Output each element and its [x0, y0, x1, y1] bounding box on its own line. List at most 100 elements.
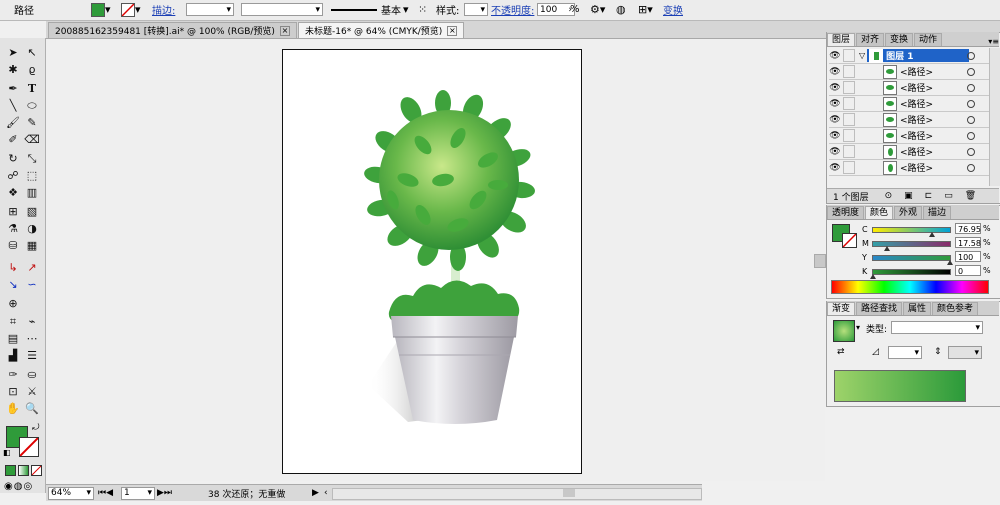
panel-menu-icon[interactable]: ▾≡	[988, 37, 999, 46]
stroke-link[interactable]: 描边:	[152, 2, 175, 17]
pencil-tool-icon[interactable]: ✎	[23, 115, 41, 130]
page-value[interactable]: 1	[124, 488, 130, 498]
cyan-value-input[interactable]: 76.95	[955, 223, 981, 234]
status-menu-icon[interactable]: ▶	[312, 488, 319, 498]
new-layer-icon[interactable]: ▭	[944, 191, 953, 201]
tab-label[interactable]: 未标题-16* @ 64% (CMYK/预览)	[305, 24, 442, 37]
path-name[interactable]: <路径>	[900, 97, 933, 110]
tab-label[interactable]: 图层	[832, 35, 850, 45]
tab-actions[interactable]: 动作	[914, 33, 943, 46]
target-icon[interactable]: ⊕	[4, 296, 22, 311]
tab-label[interactable]: 颜色参考	[937, 304, 973, 314]
delete-layer-icon[interactable]: 🗑	[965, 191, 976, 201]
target-circle-icon[interactable]	[967, 147, 975, 156]
zoom-tool-icon[interactable]: 🔍	[23, 401, 41, 416]
tab-appearance[interactable]: 外观	[894, 206, 923, 219]
tab-color[interactable]: 颜色	[865, 206, 894, 219]
slider-handle[interactable]	[870, 274, 876, 279]
gradient-mode-icon[interactable]	[18, 465, 29, 476]
lock-toggle[interactable]	[843, 97, 855, 110]
tab-transform[interactable]: 变换	[885, 33, 914, 46]
opacity-link[interactable]: 不透明度:	[491, 2, 534, 17]
slider-handle[interactable]	[947, 260, 953, 265]
fill-swatch[interactable]	[91, 2, 105, 17]
vertical-scrollbar-thumb[interactable]	[814, 254, 826, 268]
stroke-swatch[interactable]	[121, 2, 135, 17]
sublayer-row[interactable]: 👁 <路径>	[829, 128, 989, 144]
aspect-ratio-input[interactable]: ▾	[948, 346, 982, 359]
sublayer-row[interactable]: 👁 <路径>	[829, 144, 989, 160]
target-circle-icon[interactable]	[967, 99, 975, 108]
magenta-value[interactable]: 17.58	[958, 239, 981, 248]
crop-icon[interactable]: ⊡	[4, 384, 22, 399]
select-similar-icon[interactable]: ⚙▾	[590, 2, 605, 17]
magenta-value-input[interactable]: 17.58	[955, 237, 981, 248]
eye-icon[interactable]: 👁	[829, 51, 841, 61]
lock-toggle[interactable]	[843, 65, 855, 78]
eye-icon[interactable]: 👁	[829, 99, 841, 109]
color-spectrum[interactable]	[831, 280, 989, 294]
tab-label[interactable]: 描边	[928, 208, 946, 218]
chevron-down-icon[interactable]: ▾	[105, 3, 111, 16]
gradient-ramp-fill[interactable]	[835, 371, 965, 401]
path-name[interactable]: <路径>	[900, 129, 933, 142]
eye-icon[interactable]: 👁	[829, 147, 841, 157]
target-circle-icon[interactable]	[967, 115, 975, 124]
sublayer-row[interactable]: 👁 <路径>	[829, 160, 989, 176]
new-sublayer-icon[interactable]: ⊏	[925, 191, 933, 201]
scrollbar-thumb[interactable]	[563, 489, 575, 497]
eye-icon[interactable]: 👁	[829, 131, 841, 141]
clipping-mask-icon[interactable]: ▣	[904, 191, 913, 201]
magenta-slider[interactable]	[872, 241, 951, 251]
lasso-tool-icon[interactable]: ϱ	[23, 62, 41, 77]
fill-swatch-control[interactable]: ▾	[91, 2, 111, 17]
path-name[interactable]: <路径>	[900, 145, 933, 158]
tab-label[interactable]: 变换	[890, 35, 908, 45]
tab-document-1[interactable]: 200885162359481 [转换].ai* @ 100% (RGB/预览)…	[48, 22, 297, 38]
selection-tool-icon[interactable]: ➤	[4, 45, 22, 60]
target-circle-icon[interactable]	[967, 163, 975, 172]
sublayer-row[interactable]: 👁 <路径>	[829, 64, 989, 80]
stroke-weight-dropdown[interactable]: ▾	[186, 3, 234, 16]
mesh-tool-icon[interactable]: ⊞	[4, 204, 22, 219]
layer-row-top[interactable]: 👁 ▽ 图层 1	[829, 48, 989, 64]
align-icon[interactable]: ⊞▾	[638, 2, 653, 17]
tab-layers[interactable]: 图层	[827, 33, 856, 46]
tab-gradient[interactable]: 渐变	[827, 302, 856, 315]
width-tool-icon[interactable]: ↘	[4, 277, 22, 292]
opacity-label[interactable]: 不透明度:	[491, 2, 534, 17]
transform-link[interactable]: 变换	[663, 2, 683, 17]
yellow-slider[interactable]	[872, 255, 953, 265]
brush-definition[interactable]: 基本 ▾	[331, 2, 409, 17]
drawing-mode-icon[interactable]: ◉◍◎	[4, 481, 33, 492]
target-circle-icon[interactable]	[967, 131, 975, 140]
mesh-grid-icon[interactable]: ▤	[4, 331, 22, 346]
opacity-value[interactable]: 100	[540, 5, 557, 15]
layer-name-selected[interactable]: 图层 1	[867, 48, 970, 63]
line-tool-icon[interactable]: ╲	[4, 98, 22, 113]
chevron-down-icon[interactable]: ▾	[856, 323, 860, 332]
scale-tool-icon[interactable]: ⤡	[23, 151, 41, 166]
potted-plant-artwork[interactable]	[283, 50, 581, 473]
slice-tool-icon[interactable]: ⌁	[23, 314, 41, 329]
path-name[interactable]: <路径>	[900, 113, 933, 126]
zoom-value[interactable]: 64%	[51, 488, 71, 498]
live-paint-selection-tool-icon[interactable]: ▦	[23, 238, 41, 253]
transform-label[interactable]: 变换	[663, 2, 683, 17]
eye-icon[interactable]: 👁	[829, 83, 841, 93]
artboard-tool-icon[interactable]: ⌗	[4, 314, 22, 329]
layers-scrollbar[interactable]	[989, 48, 1000, 186]
free-transform-tool-icon[interactable]: ⬚	[23, 168, 41, 183]
reshape-tool-icon[interactable]: ∽	[23, 277, 41, 292]
black-value-input[interactable]: 0	[955, 265, 981, 276]
page-next-icon[interactable]: ▶⏭	[157, 488, 172, 498]
horizontal-scrollbar[interactable]	[332, 488, 702, 500]
tab-label[interactable]: 颜色	[870, 208, 888, 218]
slider-handle[interactable]	[929, 232, 936, 237]
yellow-value[interactable]: 100	[958, 253, 973, 262]
tab-color-guide[interactable]: 颜色参考	[932, 302, 979, 315]
eyedropper-icon[interactable]: ✑	[4, 367, 22, 382]
zoom-dropdown[interactable]: 64% ▾	[48, 486, 94, 500]
stroke-swatch-control[interactable]: ▾	[121, 2, 141, 17]
warp-tool-icon[interactable]: ☍	[4, 168, 22, 183]
